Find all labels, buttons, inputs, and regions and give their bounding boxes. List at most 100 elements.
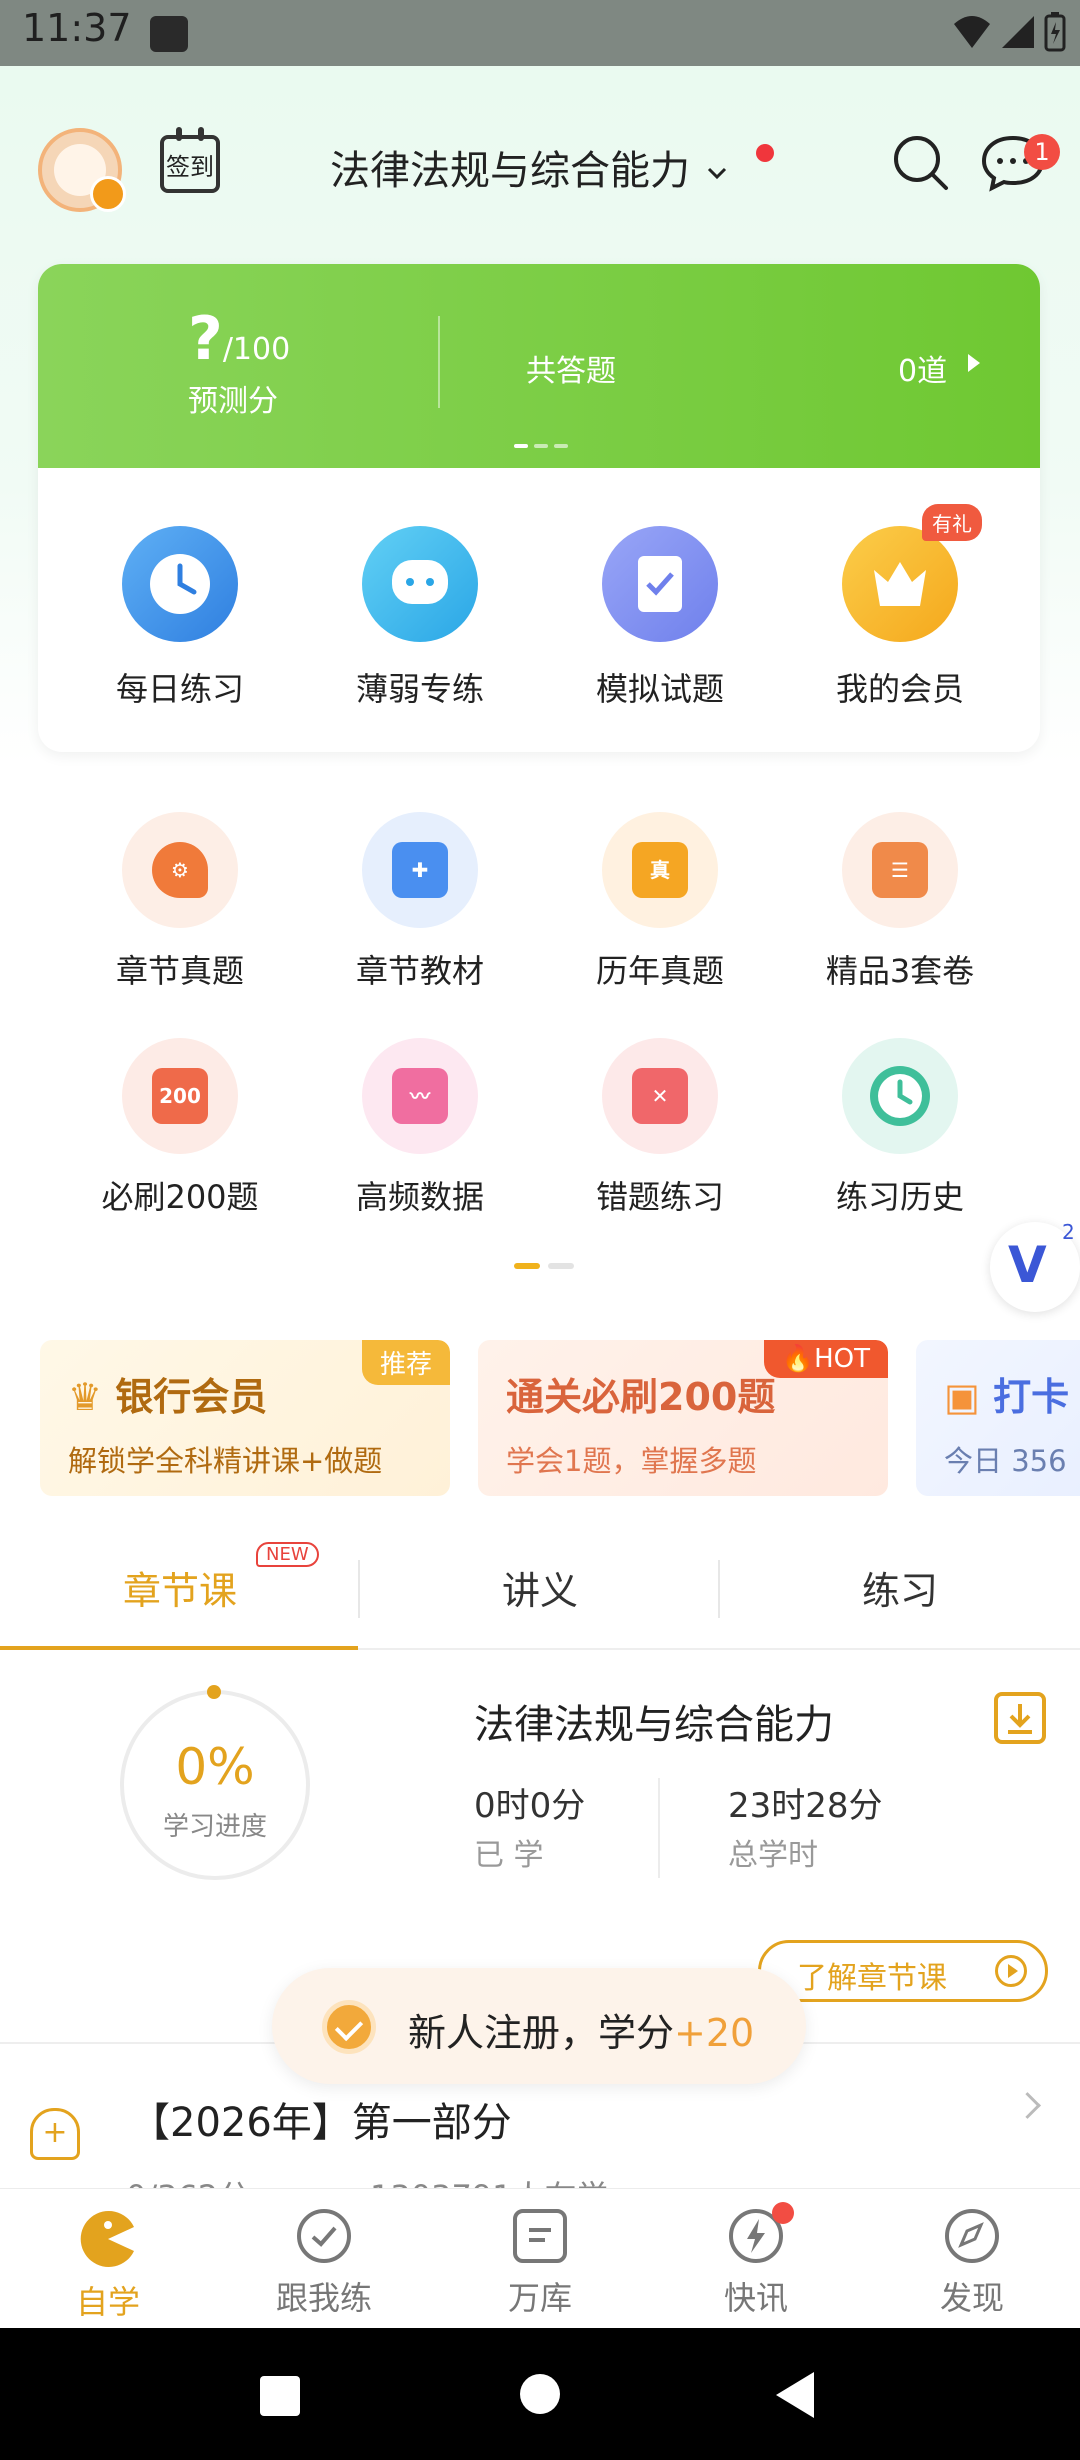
download-icon[interactable] bbox=[994, 1692, 1046, 1744]
grid-item-label: 精品3套卷 bbox=[825, 952, 975, 990]
floating-v-button[interactable]: V 2 bbox=[990, 1220, 1080, 1312]
checkin-button[interactable]: 签到 bbox=[160, 127, 220, 193]
grid-item-history[interactable]: 练习历史 bbox=[800, 1038, 1000, 1218]
folder-icon: 真 bbox=[602, 812, 718, 928]
chat-bubble-icon bbox=[362, 526, 478, 642]
compass-icon bbox=[945, 2209, 999, 2263]
search-icon[interactable] bbox=[890, 132, 952, 194]
subject-red-dot bbox=[756, 144, 774, 162]
progress-label: 学习进度 bbox=[162, 1812, 267, 1842]
tab-active-underline bbox=[0, 1646, 358, 1650]
status-time: 11:37 bbox=[22, 6, 132, 50]
back-icon[interactable] bbox=[774, 2370, 818, 2420]
grid-item-label: 练习历史 bbox=[835, 1178, 964, 1216]
nav-label: 快讯 bbox=[723, 2279, 788, 2317]
grid-item-chapter-textbook[interactable]: ✚ 章节教材 bbox=[320, 812, 520, 992]
promo-card-checkin[interactable]: ▣ 打卡 今日 356 bbox=[916, 1340, 1080, 1496]
answered-label: 共答题 bbox=[526, 354, 616, 389]
quick-action-vip[interactable]: 我的会员 bbox=[800, 526, 1000, 710]
part-title[interactable]: 【2026年】第一部分 bbox=[130, 2090, 512, 2148]
promo-tag: 推荐 bbox=[361, 1340, 450, 1385]
calendar-icon: ▣ bbox=[944, 1375, 994, 1419]
course-name: 法律法规与综合能力 bbox=[474, 1702, 834, 1748]
page-indicator-dot bbox=[514, 444, 528, 448]
news-badge-dot bbox=[772, 2202, 794, 2224]
quick-action-label: 每日练习 bbox=[115, 670, 244, 708]
nav-follow-practice[interactable]: 跟我练 bbox=[234, 2209, 414, 2319]
promo-card-bank-vip[interactable]: ♛ 银行会员 解锁学全科精讲课+做题 推荐 bbox=[40, 1340, 450, 1496]
avatar[interactable] bbox=[38, 128, 126, 212]
nav-self-study[interactable]: 自学 bbox=[18, 2209, 198, 2323]
tab-chapter-course[interactable]: 章节课 bbox=[0, 1560, 360, 1615]
promo-title: ♛ 银行会员 bbox=[68, 1375, 268, 1419]
bottom-nav: 自学 跟我练 万库 快讯 发现 bbox=[0, 2188, 1080, 2329]
status-bar: 11:37 bbox=[0, 0, 1080, 66]
check-icon bbox=[322, 2000, 376, 2054]
home-icon[interactable] bbox=[518, 2372, 562, 2416]
toast-points: +20 bbox=[674, 2011, 755, 2055]
grid-page-indicator-active bbox=[514, 1263, 540, 1269]
tab-practice[interactable]: 练习 bbox=[720, 1560, 1080, 1615]
grid-item-high-frequency[interactable]: 〰 高频数据 bbox=[320, 1038, 520, 1218]
add-course-icon[interactable]: + bbox=[30, 2108, 80, 2160]
nav-question-bank[interactable]: 万库 bbox=[450, 2209, 630, 2319]
grid-item-past-exams[interactable]: 真 历年真题 bbox=[560, 812, 760, 992]
subject-selector[interactable]: 法律法规与综合能力 bbox=[330, 138, 731, 196]
gift-badge: 有礼 bbox=[922, 504, 982, 541]
progress-percent: 0% bbox=[175, 1738, 255, 1796]
tab-handout[interactable]: 讲义 bbox=[360, 1560, 720, 1615]
grid-item-chapter-questions[interactable]: ⚙ 章节真题 bbox=[80, 812, 280, 992]
nav-label: 万库 bbox=[507, 2279, 572, 2317]
crown-icon bbox=[90, 176, 126, 212]
system-navigation-bar bbox=[0, 2328, 1080, 2460]
quick-action-daily[interactable]: 每日练习 bbox=[80, 526, 280, 710]
grid-item-label: 错题练习 bbox=[595, 1178, 724, 1216]
grid-item-must-do-200[interactable]: 200 必刷200题 bbox=[80, 1038, 280, 1218]
total-hours-label: 总学时 bbox=[728, 1838, 818, 1873]
wrong-doc-icon: ✕ bbox=[602, 1038, 718, 1154]
checklist-icon: ☰ bbox=[842, 812, 958, 928]
progress-ring-dot bbox=[207, 1685, 221, 1699]
register-toast: 新人注册，学分+20 bbox=[272, 1968, 806, 2084]
score-total: /100 bbox=[222, 332, 291, 367]
crown-icon bbox=[842, 526, 958, 642]
promo-title: ▣ 打卡 bbox=[944, 1375, 1070, 1419]
quick-action-mock[interactable]: 模拟试题 bbox=[560, 526, 760, 710]
recent-apps-icon[interactable] bbox=[258, 2374, 302, 2418]
chevron-down-icon bbox=[707, 167, 726, 180]
message-badge: 1 bbox=[1024, 134, 1060, 170]
pacman-icon bbox=[80, 2211, 134, 2267]
history-clock-icon bbox=[842, 1038, 958, 1154]
quick-action-weak[interactable]: 薄弱专练 bbox=[320, 526, 520, 710]
learn-chapter-course-button[interactable]: 了解章节课 bbox=[758, 1940, 1048, 2002]
checkin-label: 签到 bbox=[166, 153, 214, 181]
nav-label: 自学 bbox=[75, 2283, 140, 2321]
answered-count[interactable]: 0道 bbox=[898, 346, 947, 390]
subject-title: 法律法规与综合能力 bbox=[330, 148, 690, 194]
score-card: ?/100 预测分 共答题 0道 每日练习 薄弱专练 模拟试题 我的会员 有礼 bbox=[38, 264, 1040, 752]
chevron-right-icon[interactable] bbox=[1014, 2092, 1041, 2119]
grid-item-wrong-questions[interactable]: ✕ 错题练习 bbox=[560, 1038, 760, 1218]
promo-title: 通关必刷200题 bbox=[506, 1375, 776, 1419]
nav-news[interactable]: 快讯 bbox=[666, 2209, 846, 2319]
promo-subtitle: 解锁学全科精讲课+做题 bbox=[68, 1444, 383, 1478]
calendar-ring bbox=[176, 127, 182, 141]
learn-button-label: 了解章节课 bbox=[797, 1961, 947, 1996]
quick-action-label: 模拟试题 bbox=[595, 670, 724, 708]
nav-discover[interactable]: 发现 bbox=[882, 2209, 1062, 2319]
chevron-right-icon bbox=[968, 354, 980, 372]
toast-message: 新人注册，学分+20 bbox=[408, 2011, 755, 2055]
grid-item-label: 高频数据 bbox=[355, 1178, 484, 1216]
score-value: ? bbox=[188, 304, 223, 374]
predicted-score: ?/100 bbox=[188, 304, 290, 374]
studied-label: 已 学 bbox=[474, 1838, 544, 1873]
stat-divider bbox=[658, 1778, 660, 1878]
quick-action-label: 薄弱专练 bbox=[355, 670, 484, 708]
signal-icon bbox=[1002, 16, 1034, 48]
calendar-ring bbox=[198, 127, 204, 141]
pulse-chart-icon: 〰 bbox=[362, 1038, 478, 1154]
promo-card-must-200[interactable]: 通关必刷200题 学会1题，掌握多题 🔥HOT bbox=[478, 1340, 888, 1496]
promo-subtitle: 学会1题，掌握多题 bbox=[506, 1444, 757, 1478]
shield-book-icon: ✚ bbox=[362, 812, 478, 928]
grid-item-premium-papers[interactable]: ☰ 精品3套卷 bbox=[800, 812, 1000, 992]
